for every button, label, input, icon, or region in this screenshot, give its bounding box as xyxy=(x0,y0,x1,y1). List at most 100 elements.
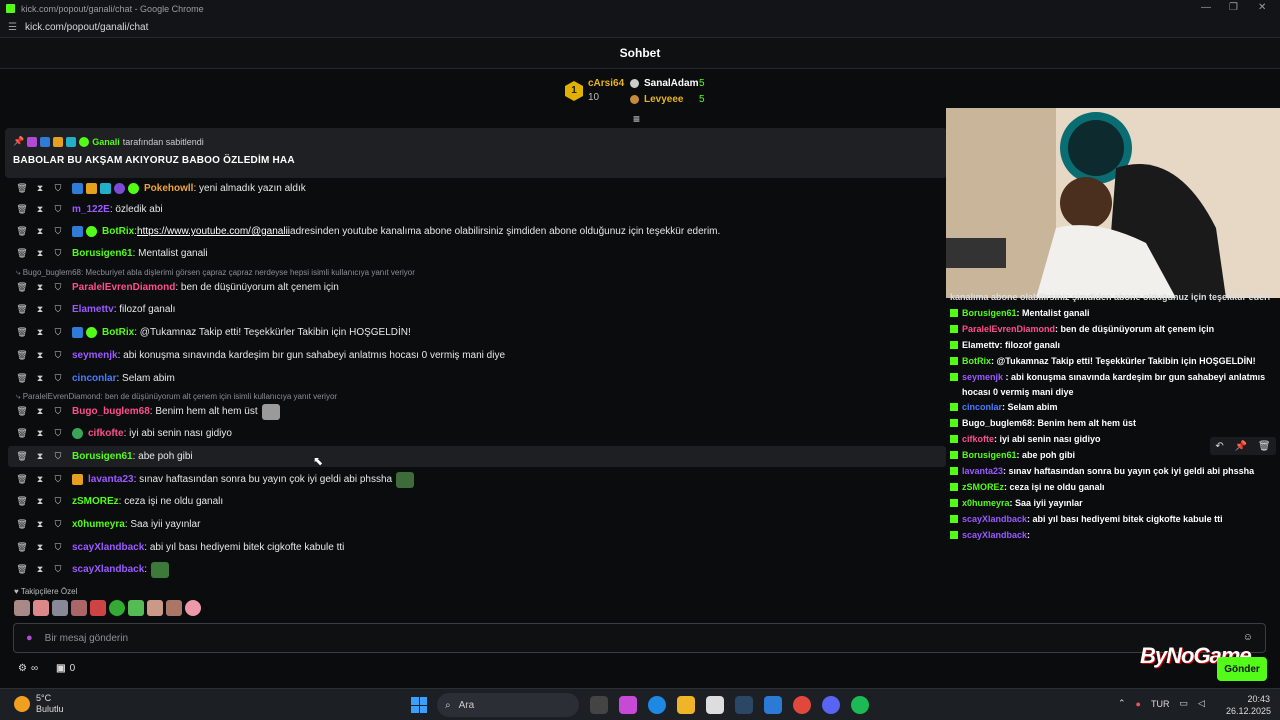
taskbar-search[interactable]: ⌕ Ara xyxy=(437,693,579,717)
chat-input-placeholder[interactable]: Bir mesaj gönderin xyxy=(45,633,128,644)
collapse-icon[interactable]: ≡ xyxy=(633,112,640,126)
timeout-icon[interactable]: ⧗ xyxy=(34,183,46,194)
microphone-icon[interactable]: ● xyxy=(26,632,33,644)
ban-icon[interactable]: ⛉ xyxy=(52,282,64,293)
delete-icon[interactable]: 🗑 xyxy=(16,304,28,315)
edge-icon[interactable] xyxy=(648,696,666,714)
top-gifter-name[interactable]: cArsi64 xyxy=(588,78,624,89)
username[interactable]: Elamettv xyxy=(72,304,114,315)
ban-icon[interactable]: ⛉ xyxy=(52,428,64,439)
ban-icon[interactable]: ⛉ xyxy=(52,327,64,338)
discord-icon[interactable] xyxy=(822,696,840,714)
username[interactable]: Pokehowll xyxy=(144,183,193,194)
emote-icon[interactable] xyxy=(109,600,125,616)
mail-icon[interactable] xyxy=(764,696,782,714)
microphone-icon[interactable]: ● xyxy=(1136,699,1141,709)
ban-icon[interactable]: ⛉ xyxy=(52,373,64,384)
timeout-icon[interactable]: ⧗ xyxy=(34,406,46,417)
delete-icon[interactable]: 🗑 xyxy=(16,564,28,575)
username[interactable]: BotRix xyxy=(102,226,134,237)
ban-icon[interactable]: ⛉ xyxy=(52,204,64,215)
youtube-link[interactable]: https://www.youtube.com/@ganalii xyxy=(137,226,290,237)
trash-icon[interactable]: 🗑 xyxy=(1258,441,1271,452)
file-explorer-icon[interactable] xyxy=(677,696,695,714)
ban-icon[interactable]: ⛉ xyxy=(52,564,64,575)
timeout-icon[interactable]: ⧗ xyxy=(34,350,46,361)
timeout-icon[interactable]: ⧗ xyxy=(34,496,46,507)
username[interactable]: m_122E xyxy=(72,204,110,215)
timeout-icon[interactable]: ⧗ xyxy=(34,204,46,215)
delete-icon[interactable]: 🗑 xyxy=(16,373,28,384)
emote-icon[interactable] xyxy=(52,600,68,616)
timeout-icon[interactable]: ⧗ xyxy=(34,519,46,530)
ban-icon[interactable]: ⛉ xyxy=(52,451,64,462)
timeout-icon[interactable]: ⧗ xyxy=(34,451,46,462)
timeout-icon[interactable]: ⧗ xyxy=(34,428,46,439)
ban-icon[interactable]: ⛉ xyxy=(52,496,64,507)
url-text[interactable]: kick.com/popout/ganali/chat xyxy=(25,22,148,33)
timeout-icon[interactable]: ⧗ xyxy=(34,564,46,575)
emote-icon[interactable] xyxy=(14,600,30,616)
delete-icon[interactable]: 🗑 xyxy=(16,282,28,293)
weather-widget[interactable]: 5°C Bulutlu xyxy=(14,693,64,715)
ban-icon[interactable]: ⛉ xyxy=(52,226,64,237)
send-button[interactable]: Gönder xyxy=(1217,657,1267,681)
username[interactable]: ParalelEvrenDiamond xyxy=(72,282,175,293)
timeout-icon[interactable]: ⧗ xyxy=(34,373,46,384)
delete-icon[interactable]: 🗑 xyxy=(16,327,28,338)
emoji-icon[interactable]: ☺ xyxy=(1243,632,1253,643)
username[interactable]: lavanta23 xyxy=(88,474,134,485)
username[interactable]: Bugo_buglem68 xyxy=(72,406,150,417)
site-settings-icon[interactable]: ☰ xyxy=(8,22,17,33)
clock[interactable]: 20:43 26.12.2025 xyxy=(1226,693,1271,717)
settings-icon[interactable]: ⚙ xyxy=(18,663,27,674)
emote-icon[interactable] xyxy=(147,600,163,616)
taskview-icon[interactable] xyxy=(590,696,608,714)
minimize-icon[interactable]: — xyxy=(1201,2,1211,13)
pin-icon[interactable]: 📌 xyxy=(1235,441,1247,452)
chat-input[interactable]: ● Bir mesaj gönderin ☺ xyxy=(13,623,1266,653)
delete-icon[interactable]: 🗑 xyxy=(16,350,28,361)
ban-icon[interactable]: ⛉ xyxy=(52,406,64,417)
username[interactable]: Borusigen61 xyxy=(72,451,133,462)
delete-icon[interactable]: 🗑 xyxy=(16,248,28,259)
store-icon[interactable] xyxy=(706,696,724,714)
spotify-icon[interactable] xyxy=(851,696,869,714)
timeout-icon[interactable]: ⧗ xyxy=(34,327,46,338)
chrome-icon[interactable] xyxy=(793,696,811,714)
steam-icon[interactable] xyxy=(735,696,753,714)
second-gifter-name[interactable]: SanalAdam xyxy=(644,78,698,89)
address-bar[interactable]: ☰ kick.com/popout/ganali/chat xyxy=(0,17,1280,38)
delete-icon[interactable]: 🗑 xyxy=(16,496,28,507)
timeout-icon[interactable]: ⧗ xyxy=(34,304,46,315)
username[interactable]: seymenjk xyxy=(72,350,118,361)
copilot-icon[interactable] xyxy=(619,696,637,714)
ban-icon[interactable]: ⛉ xyxy=(52,519,64,530)
restore-icon[interactable]: ❐ xyxy=(1229,2,1238,13)
emote-icon[interactable] xyxy=(90,600,106,616)
third-gifter-name[interactable]: Levyeee xyxy=(644,94,683,105)
timeout-icon[interactable]: ⧗ xyxy=(34,226,46,237)
delete-icon[interactable]: 🗑 xyxy=(16,519,28,530)
emote-icon[interactable] xyxy=(71,600,87,616)
reply-icon[interactable]: ↶ xyxy=(1215,441,1223,452)
username[interactable]: cinconlar xyxy=(72,373,116,384)
delete-icon[interactable]: 🗑 xyxy=(16,542,28,553)
emote-icon[interactable] xyxy=(166,600,182,616)
username[interactable]: BotRix xyxy=(102,327,134,338)
username[interactable]: scayXlandback xyxy=(72,542,144,553)
ban-icon[interactable]: ⛉ xyxy=(52,474,64,485)
network-icon[interactable]: ▭ xyxy=(1179,698,1188,709)
pinned-by-user[interactable]: Ganali xyxy=(92,137,120,147)
timeout-icon[interactable]: ⧗ xyxy=(34,474,46,485)
language-indicator[interactable]: TUR xyxy=(1151,699,1170,709)
timeout-icon[interactable]: ⧗ xyxy=(34,248,46,259)
timeout-icon[interactable]: ⧗ xyxy=(34,282,46,293)
ban-icon[interactable]: ⛉ xyxy=(52,304,64,315)
delete-icon[interactable]: 🗑 xyxy=(16,451,28,462)
delete-icon[interactable]: 🗑 xyxy=(16,226,28,237)
windows-start-icon[interactable] xyxy=(411,697,427,713)
emote-icon[interactable] xyxy=(185,600,201,616)
volume-icon[interactable]: ◁ xyxy=(1198,698,1205,709)
delete-icon[interactable]: 🗑 xyxy=(16,428,28,439)
